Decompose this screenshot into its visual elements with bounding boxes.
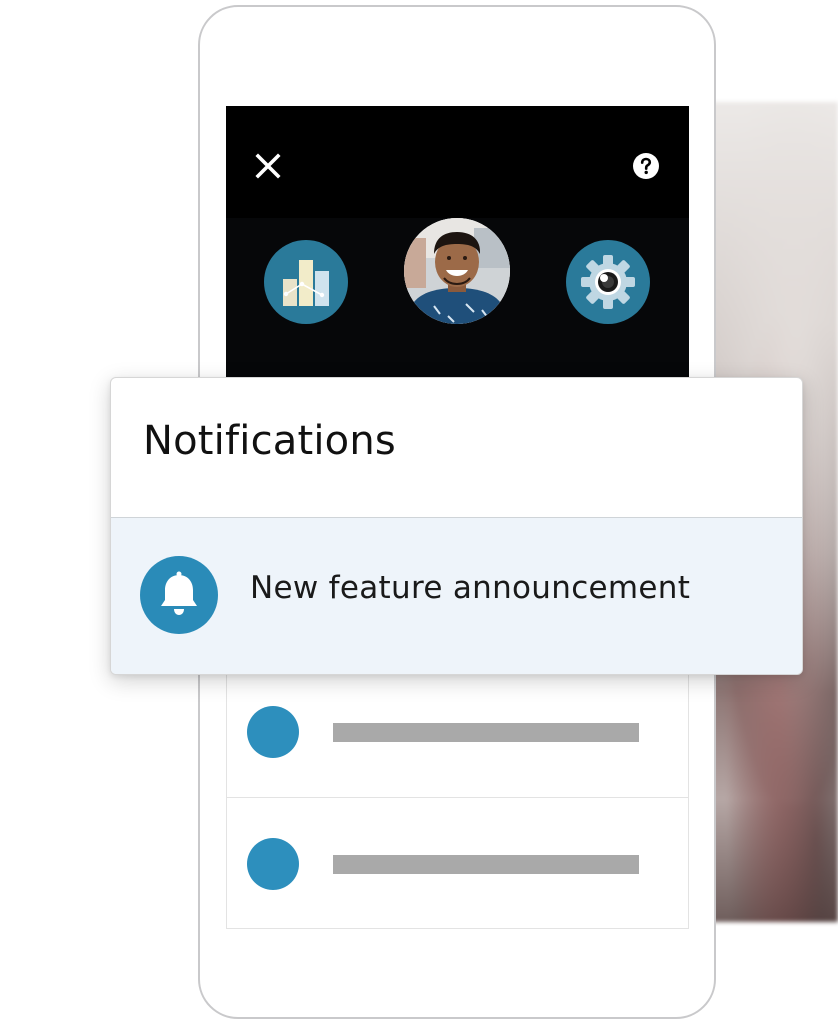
list-item-dot bbox=[247, 838, 299, 890]
avatar[interactable] bbox=[404, 218, 510, 324]
notification-item[interactable]: New feature announcement bbox=[111, 517, 802, 674]
app-header bbox=[226, 106, 689, 380]
list-item-placeholder bbox=[333, 723, 639, 742]
list-item[interactable] bbox=[227, 798, 688, 930]
bar-chart-icon bbox=[283, 260, 329, 306]
bell-icon bbox=[140, 556, 218, 634]
notifications-title: Notifications bbox=[143, 418, 396, 464]
notification-list bbox=[226, 664, 689, 929]
list-item-dot bbox=[247, 706, 299, 758]
stats-button[interactable] bbox=[264, 240, 348, 324]
notifications-card: Notifications New feature announcement bbox=[110, 377, 803, 675]
list-item[interactable] bbox=[227, 665, 688, 798]
close-icon[interactable] bbox=[253, 151, 283, 181]
notification-label: New feature announcement bbox=[250, 570, 691, 606]
list-item-placeholder bbox=[333, 855, 639, 874]
header-topbar bbox=[226, 106, 689, 218]
gear-icon bbox=[581, 255, 635, 309]
settings-button[interactable] bbox=[566, 240, 650, 324]
help-icon[interactable] bbox=[632, 152, 660, 180]
